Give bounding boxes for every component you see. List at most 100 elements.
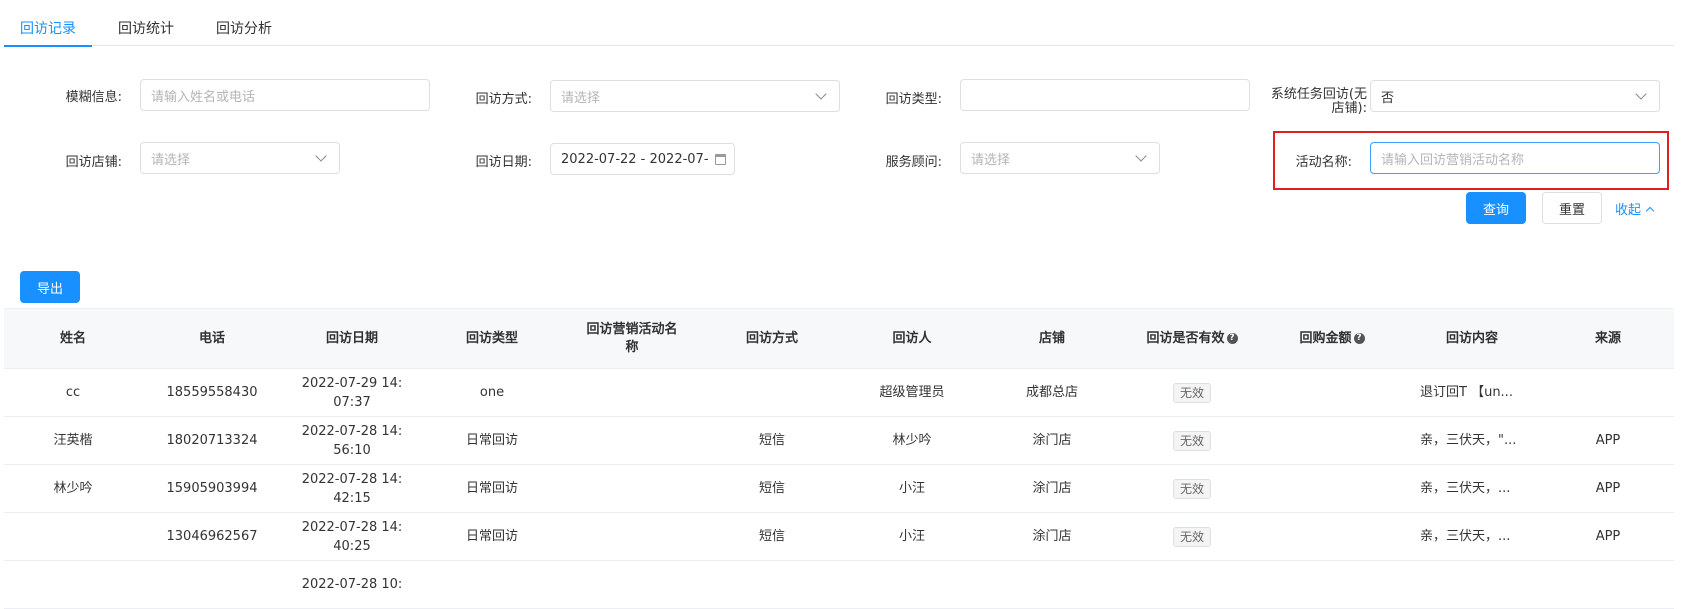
system-task-select[interactable]: 否 (1370, 80, 1660, 112)
cell-date-line1: 2022-07-28 14: (301, 519, 403, 535)
cell-date: 2022-07-28 14: 42:15 (282, 464, 422, 513)
col-type: 回访类型 (422, 308, 562, 369)
cell-date-line1: 2022-07-28 10: (301, 577, 403, 592)
visit-records-table: 姓名 电话 回访日期 回访类型 回访营销活动名称 回访方式 回访人 店铺 回访是… (4, 308, 1674, 609)
visit-store-select[interactable]: 请选择 (140, 142, 340, 174)
col-amount: 回购金额? (1262, 308, 1402, 369)
cell-type: 日常回访 (422, 416, 562, 465)
chevron-down-icon (815, 88, 827, 100)
visit-method-select[interactable]: 请选择 (550, 80, 840, 112)
cell-valid: 无效 (1122, 368, 1262, 417)
cell-visitor: 小汪 (842, 464, 982, 513)
cell-valid: 无效 (1122, 464, 1262, 513)
cell-phone (142, 560, 282, 609)
reset-button[interactable]: 重置 (1542, 192, 1602, 224)
visit-type-input[interactable] (960, 79, 1250, 111)
cell-method: 短信 (702, 464, 842, 513)
service-advisor-placeholder: 请选择 (971, 152, 1011, 168)
cell-source (1542, 368, 1674, 417)
cell-method: 短信 (702, 512, 842, 561)
status-badge: 无效 (1172, 478, 1211, 499)
col-activity: 回访营销活动名称 (562, 308, 702, 369)
table-row[interactable]: 林少吟 15905903994 2022-07-28 14: 42:15 日常回访… (4, 464, 1674, 513)
help-icon[interactable]: ? (1353, 332, 1365, 344)
visit-store-label: 回访店铺: (65, 155, 122, 170)
cell-date: 2022-07-28 14: 40:25 (282, 512, 422, 561)
cell-phone: 13046962567 (142, 512, 282, 561)
cell-date-line1: 2022-07-29 14: (301, 375, 403, 391)
chevron-down-icon (1635, 88, 1647, 100)
cell-content: 亲，三伏天，... (1402, 512, 1542, 561)
cell-activity (562, 464, 702, 513)
visit-store-placeholder: 请选择 (151, 152, 191, 168)
activity-name-label: 活动名称: (1295, 155, 1352, 170)
activity-name-input[interactable]: 请输入回访营销活动名称 (1370, 142, 1660, 174)
cell-store: 涂门店 (982, 512, 1122, 561)
cell-amount (1262, 512, 1402, 561)
status-badge: 无效 (1172, 382, 1211, 403)
tab-bar: 回访记录 回访统计 回访分析 (4, 0, 1674, 47)
fuzzy-info-placeholder: 请输入姓名或电话 (151, 89, 256, 105)
col-content: 回访内容 (1402, 308, 1542, 369)
cell-store: 成都总店 (982, 368, 1122, 417)
visit-type-label: 回访类型: (885, 92, 942, 107)
col-visitor: 回访人 (842, 308, 982, 369)
cell-content: 亲，三伏天，"... (1402, 416, 1542, 465)
fuzzy-info-input[interactable]: 请输入姓名或电话 (140, 79, 430, 111)
cell-name (4, 512, 142, 561)
collapse-link[interactable]: 收起 (1615, 199, 1655, 218)
col-amount-label: 回购金额 (1299, 330, 1352, 346)
cell-source (1542, 560, 1674, 609)
query-button[interactable]: 查询 (1466, 192, 1526, 224)
col-method: 回访方式 (702, 308, 842, 369)
cell-date-line1: 2022-07-28 14: (301, 423, 403, 439)
cell-date-line2: 40:25 (333, 538, 371, 554)
cell-type: 日常回访 (422, 464, 562, 513)
cell-activity (562, 512, 702, 561)
cell-amount (1262, 416, 1402, 465)
cell-date-line2: 07:37 (333, 394, 371, 410)
cell-content (1402, 560, 1542, 609)
cell-method (702, 368, 842, 417)
visit-date-range[interactable]: 2022-07-22 - 2022-07- (550, 143, 735, 175)
cell-activity (562, 416, 702, 465)
chevron-up-icon (1645, 206, 1655, 215)
tab-visit-statistics[interactable]: 回访统计 (102, 0, 190, 46)
cell-valid: 无效 (1122, 416, 1262, 465)
visit-method-placeholder: 请选择 (561, 90, 601, 106)
col-source: 来源 (1542, 308, 1674, 369)
cell-store: 涂门店 (982, 464, 1122, 513)
cell-phone: 18020713324 (142, 416, 282, 465)
tab-visit-analysis[interactable]: 回访分析 (200, 0, 288, 46)
chevron-down-icon (1135, 150, 1147, 162)
calendar-icon (715, 153, 726, 165)
service-advisor-select[interactable]: 请选择 (960, 142, 1160, 174)
table-row[interactable]: 2022-07-28 10: (4, 560, 1674, 609)
cell-method: 短信 (702, 416, 842, 465)
cell-content: 退订回T 【un... (1402, 368, 1542, 417)
table-row[interactable]: cc 18559558430 2022-07-29 14: 07:37 one 超… (4, 368, 1674, 417)
cell-store (982, 560, 1122, 609)
cell-name (4, 560, 142, 609)
cell-date: 2022-07-29 14: 07:37 (282, 368, 422, 417)
cell-name: 汪英楷 (4, 416, 142, 465)
table-row[interactable]: 13046962567 2022-07-28 14: 40:25 日常回访 短信 … (4, 512, 1674, 561)
cell-visitor: 小汪 (842, 512, 982, 561)
cell-activity (562, 560, 702, 609)
col-phone: 电话 (142, 308, 282, 369)
cell-amount (1262, 560, 1402, 609)
cell-amount (1262, 368, 1402, 417)
collapse-label: 收起 (1615, 203, 1642, 218)
table-row[interactable]: 汪英楷 18020713324 2022-07-28 14: 56:10 日常回访… (4, 416, 1674, 465)
cell-date-line2: 56:10 (333, 442, 371, 458)
col-valid-label: 回访是否有效 (1146, 330, 1225, 346)
visit-date-label: 回访日期: (475, 155, 532, 170)
cell-method (702, 560, 842, 609)
col-store: 店铺 (982, 308, 1122, 369)
visit-date-value: 2022-07-22 - 2022-07- (561, 151, 709, 167)
cell-source: APP (1542, 512, 1674, 561)
cell-store: 涂门店 (982, 416, 1122, 465)
export-button[interactable]: 导出 (20, 271, 80, 303)
help-icon[interactable]: ? (1226, 332, 1238, 344)
tab-visit-records[interactable]: 回访记录 (4, 0, 92, 47)
